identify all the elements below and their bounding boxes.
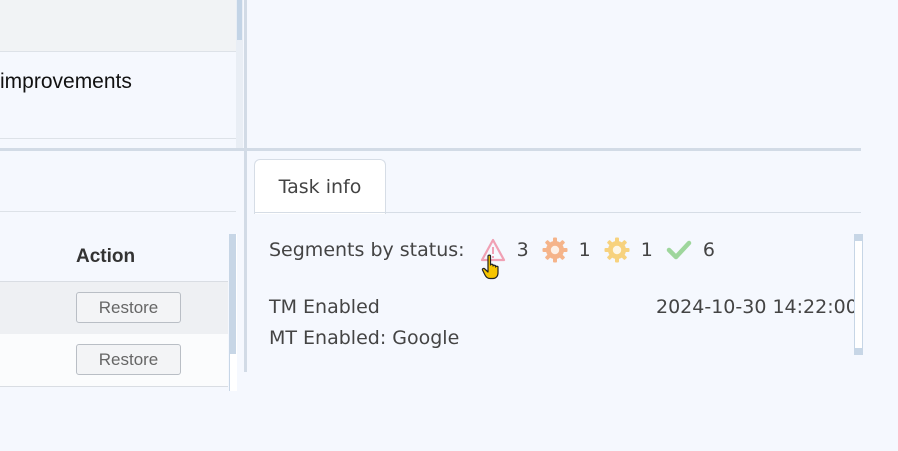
- tm-enabled-text: TM Enabled: [269, 296, 380, 318]
- gear-yellow-icon[interactable]: [603, 236, 631, 264]
- scrollbar-thumb[interactable]: [237, 0, 242, 40]
- status-count: 6: [702, 239, 715, 261]
- status-pending[interactable]: 1: [603, 236, 653, 264]
- gear-orange-icon[interactable]: [541, 236, 569, 264]
- restore-button[interactable]: Restore: [76, 292, 181, 323]
- history-table-panel: Action Restore Restore: [0, 151, 236, 391]
- mt-enabled-text: MT Enabled: Google: [269, 327, 460, 349]
- table-row: Restore: [0, 281, 228, 335]
- top-table-scrollbar[interactable]: [236, 0, 243, 148]
- hand-pointer-cursor-icon: [481, 254, 499, 280]
- tab-bar-divider: [254, 212, 861, 213]
- status-count: 1: [578, 239, 591, 261]
- top-table-panel: improvements: [0, 0, 238, 148]
- row-divider: [0, 138, 238, 139]
- top-table-header-row: [0, 0, 238, 52]
- status-count: 1: [640, 239, 653, 261]
- top-table-row-text[interactable]: improvements: [0, 70, 132, 94]
- status-in-progress[interactable]: 1: [541, 236, 591, 264]
- scrollbar-thumb[interactable]: [230, 234, 236, 354]
- status-confirmed[interactable]: 6: [665, 236, 715, 264]
- column-header-action: Action: [76, 246, 136, 267]
- task-info-scrollbar[interactable]: [854, 234, 863, 355]
- checkmark-icon[interactable]: [665, 236, 693, 264]
- table-toolbar-divider: [0, 211, 236, 212]
- scrollbar-top-cap[interactable]: [855, 234, 862, 241]
- vertical-splitter[interactable]: [244, 0, 247, 372]
- history-table-scrollbar[interactable]: [229, 234, 237, 391]
- restore-button[interactable]: Restore: [76, 344, 181, 375]
- task-date: 2024-10-30 14:22:00: [656, 296, 858, 318]
- tab-task-info[interactable]: Task info: [254, 159, 386, 214]
- scrollbar-bottom-cap[interactable]: [855, 348, 862, 355]
- status-count: 3: [516, 239, 529, 261]
- segments-label: Segments by status:: [269, 239, 465, 261]
- table-row: Restore: [0, 334, 228, 387]
